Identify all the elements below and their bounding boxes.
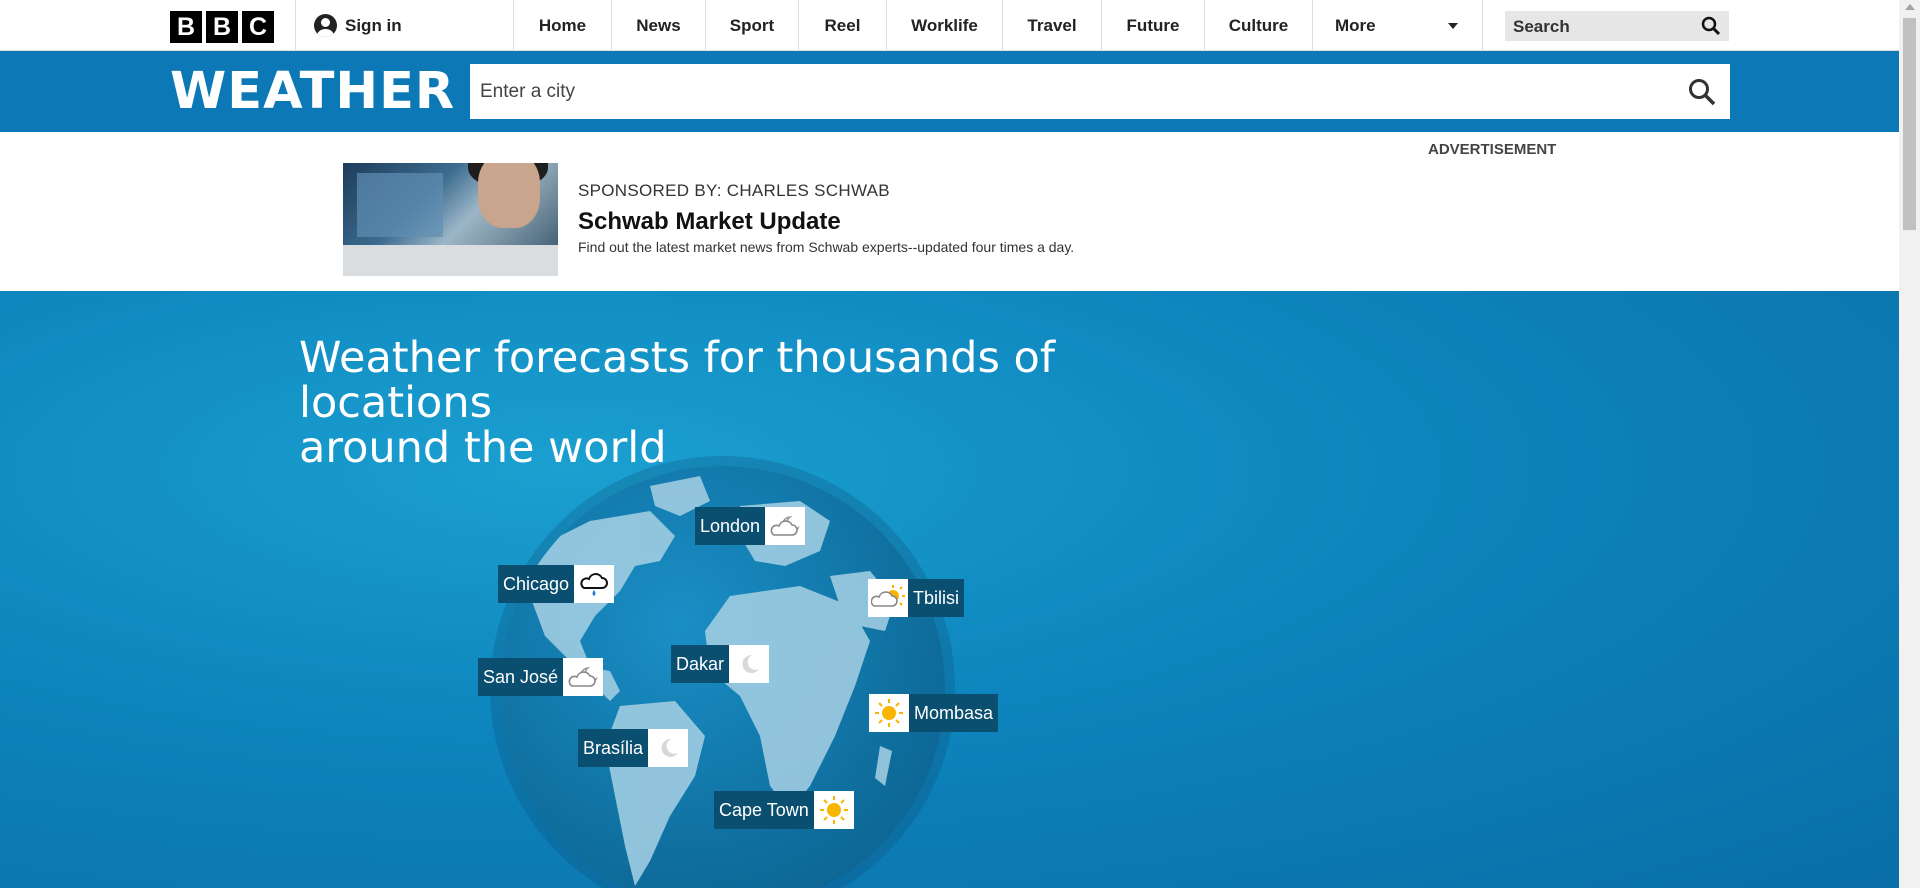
scrollbar-thumb[interactable] (1903, 18, 1916, 230)
advertisement-label: ADVERTISEMENT (1428, 141, 1557, 158)
location-cape-town[interactable]: Cape Town (714, 791, 854, 829)
sign-in-link[interactable]: Sign in (314, 14, 402, 37)
search-icon[interactable] (1701, 16, 1721, 36)
sun-icon (869, 694, 909, 732)
viewport: B B C Sign in Home News Sport Reel Workl… (0, 0, 1899, 888)
location-name: Dakar (671, 645, 730, 683)
location-name: San José (478, 658, 564, 696)
vertical-scrollbar[interactable] (1899, 0, 1920, 888)
location-san-jose[interactable]: San José (478, 658, 604, 696)
bbc-logo[interactable]: B B C (170, 11, 274, 43)
location-london[interactable]: London (695, 507, 806, 545)
location-dakar[interactable]: Dakar (671, 645, 770, 683)
logo-letter: C (242, 11, 274, 43)
nav-worklife[interactable]: Worklife (886, 0, 1002, 50)
nav-reel[interactable]: Reel (798, 0, 886, 50)
ad-description: Find out the latest market news from Sch… (578, 239, 1075, 255)
logo-letter: B (206, 11, 238, 43)
bbc-top-nav: B B C Sign in Home News Sport Reel Workl… (0, 0, 1899, 51)
location-tbilisi[interactable]: Tbilisi (868, 579, 965, 617)
nav-future[interactable]: Future (1101, 0, 1204, 50)
hero-section: Weather forecasts for thousands of locat… (0, 291, 1899, 888)
weather-header: WEATHER Enter a city (0, 51, 1899, 132)
location-name: Mombasa (909, 694, 999, 732)
ad-headline[interactable]: Schwab Market Update (578, 208, 841, 236)
top-search-box[interactable]: Search (1505, 11, 1729, 41)
logo-letter: B (170, 11, 202, 43)
hero-title-line: Weather forecasts for thousands of locat… (299, 333, 1055, 428)
city-search-placeholder: Enter a city (480, 81, 576, 102)
divider (295, 0, 296, 50)
location-mombasa[interactable]: Mombasa (869, 694, 999, 732)
sun-icon (813, 791, 854, 829)
location-name: London (695, 507, 766, 545)
location-name: Tbilisi (908, 579, 965, 617)
cloud-sun-icon (868, 579, 908, 617)
ad-sponsor: SPONSORED BY: CHARLES SCHWAB (578, 181, 890, 200)
nav-sport[interactable]: Sport (705, 0, 798, 50)
location-name: Brasília (578, 729, 649, 767)
scroll-up-arrow-icon[interactable] (1905, 4, 1915, 10)
cloud-moon-icon (563, 658, 604, 696)
cloud-rain-icon (574, 565, 615, 603)
ad-image[interactable] (343, 163, 558, 276)
nav-travel[interactable]: Travel (1002, 0, 1101, 50)
moon-icon (729, 645, 770, 683)
location-chicago[interactable]: Chicago (498, 565, 615, 603)
nav-home[interactable]: Home (513, 0, 611, 50)
weather-title[interactable]: WEATHER (170, 62, 455, 121)
location-name: Cape Town (714, 791, 814, 829)
search-label: Search (1513, 17, 1570, 36)
location-name: Chicago (498, 565, 575, 603)
location-brasilia[interactable]: Brasília (578, 729, 689, 767)
hero-title: Weather forecasts for thousands of locat… (299, 336, 1199, 471)
nav-culture[interactable]: Culture (1204, 0, 1312, 50)
cloud-moon-icon (765, 507, 806, 545)
moon-icon (648, 729, 689, 767)
sign-in-label: Sign in (345, 15, 402, 35)
hero-title-line: around the world (299, 423, 667, 473)
user-icon (314, 14, 337, 37)
search-icon[interactable] (1688, 78, 1716, 106)
city-search-input[interactable]: Enter a city (470, 64, 1730, 119)
nav-news[interactable]: News (611, 0, 705, 50)
chevron-down-icon (1448, 23, 1458, 29)
divider (1482, 0, 1483, 50)
